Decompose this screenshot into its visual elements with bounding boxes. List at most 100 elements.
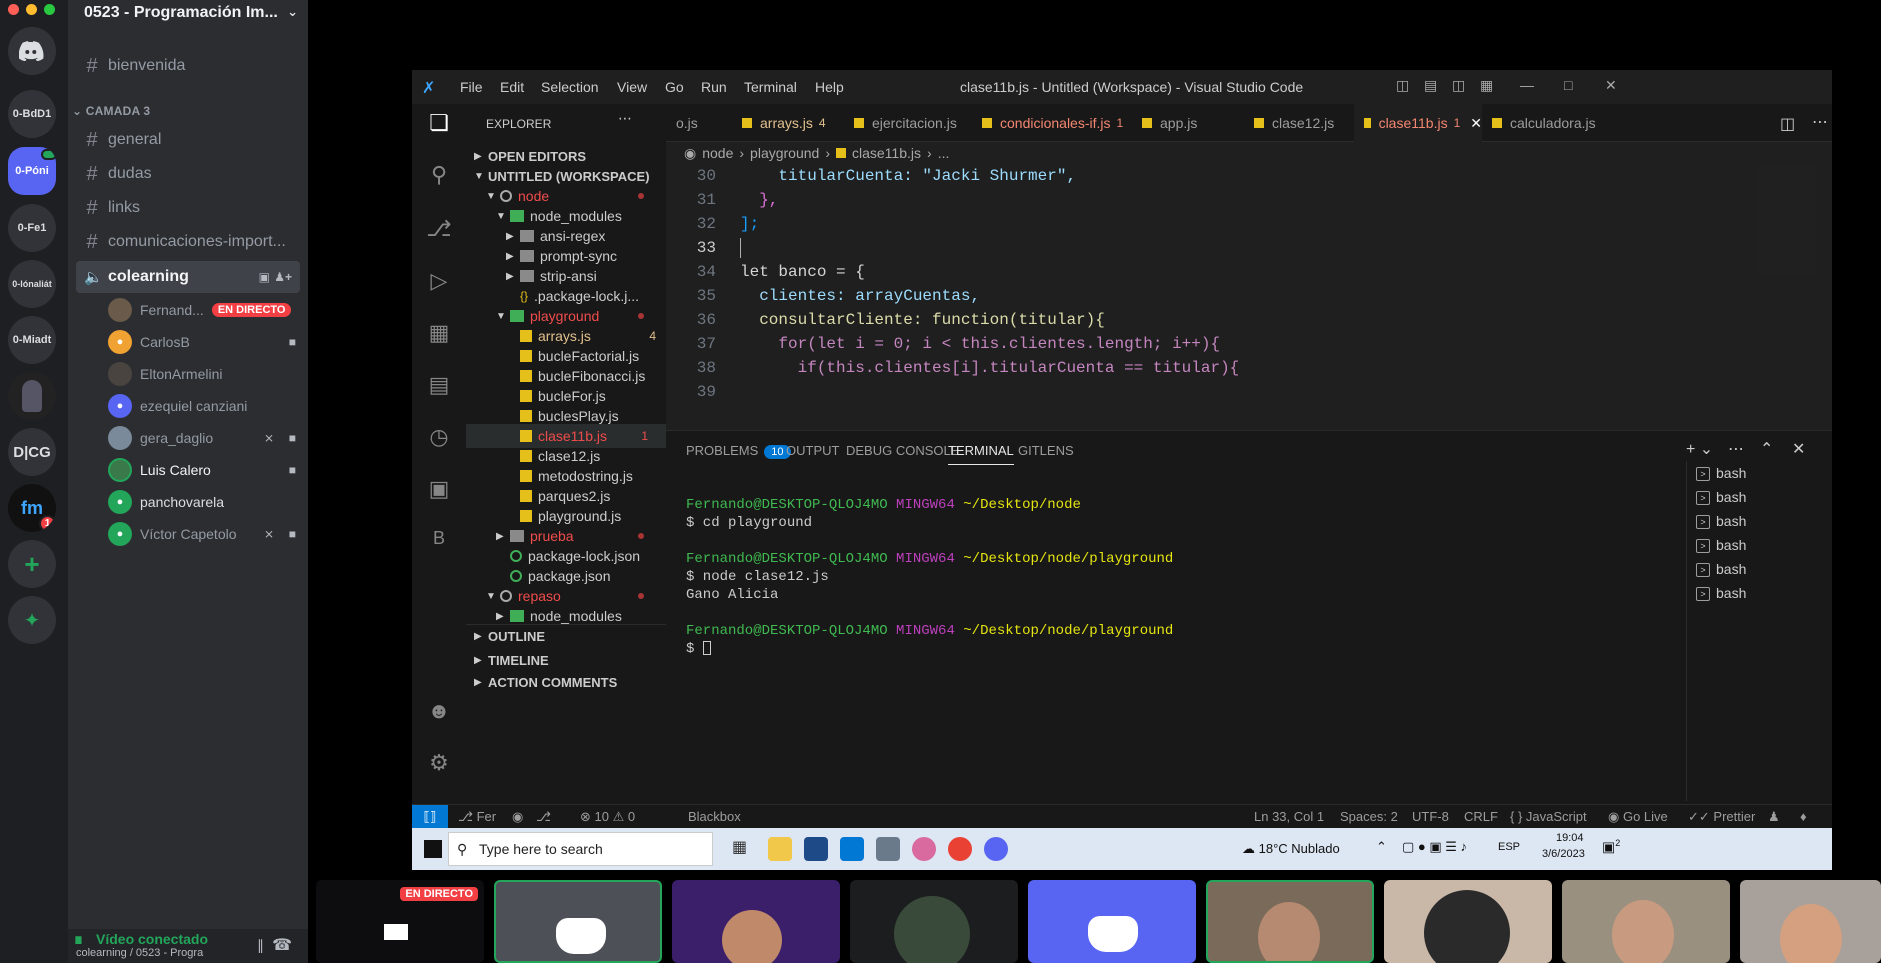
- menu-file[interactable]: File: [460, 79, 483, 95]
- voice-user[interactable]: ● Víctor Capetolo ⨯ ■: [108, 520, 300, 548]
- channel-comunicaciones[interactable]: # comunicaciones-import...: [76, 226, 300, 258]
- menu-help[interactable]: Help: [815, 79, 844, 95]
- run-debug-icon[interactable]: ▷: [424, 268, 454, 298]
- code-editor[interactable]: 30 titularCuenta: "Jacki Shurmer", 31 },…: [666, 164, 1832, 414]
- chat-icon[interactable]: ▣: [259, 270, 270, 284]
- participant-tile-video[interactable]: [1206, 880, 1374, 963]
- sync-icon[interactable]: ◉: [512, 809, 523, 825]
- eol[interactable]: CRLF: [1464, 809, 1498, 824]
- participant-tile-video[interactable]: [1562, 880, 1730, 963]
- voice-user[interactable]: ● panchovarela: [108, 488, 300, 516]
- language-mode[interactable]: { } JavaScript: [1510, 809, 1587, 824]
- server-icon[interactable]: 0-Miadt: [8, 316, 56, 364]
- taskbar-search-input[interactable]: ⚲ Type here to search: [448, 832, 713, 866]
- menu-go[interactable]: Go: [665, 79, 684, 95]
- timeline-section[interactable]: ▶ TIMELINE: [466, 648, 666, 672]
- server-icon[interactable]: D|CG: [8, 428, 56, 476]
- paint-icon[interactable]: [912, 837, 936, 861]
- clock-time[interactable]: 19:04: [1556, 832, 1584, 844]
- channel-general[interactable]: # general: [76, 124, 300, 156]
- account-icon[interactable]: ☻: [424, 698, 454, 728]
- git-graph-icon[interactable]: ⎇: [536, 809, 551, 825]
- new-terminal-icon[interactable]: + ⌄: [1686, 439, 1713, 459]
- tab[interactable]: clase12.js: [1244, 104, 1354, 142]
- timeline-icon[interactable]: ◷: [424, 424, 454, 454]
- breadcrumb-item[interactable]: playground: [750, 145, 819, 161]
- server-icon[interactable]: 0-BdD1: [8, 90, 56, 138]
- more-actions-icon[interactable]: ⋯: [1728, 439, 1744, 459]
- terminal-instance[interactable]: > bash: [1696, 513, 1746, 530]
- add-server-icon[interactable]: +: [8, 540, 56, 588]
- chrome-icon[interactable]: [948, 837, 972, 861]
- tab[interactable]: calculadora.js: [1482, 104, 1602, 142]
- tab[interactable]: o.js: [666, 104, 732, 142]
- voice-user[interactable]: gera_daglio ⨯ ■: [108, 424, 300, 452]
- breadcrumb-item[interactable]: ...: [938, 145, 950, 161]
- noise-suppression-icon[interactable]: ∥: [257, 937, 264, 954]
- channel-links[interactable]: # links: [76, 192, 300, 224]
- menu-edit[interactable]: Edit: [500, 79, 524, 95]
- more-actions-icon[interactable]: ⋯: [1812, 112, 1828, 132]
- discord-home-icon[interactable]: [8, 27, 56, 75]
- category-header[interactable]: ⌄ CAMADA 3: [72, 104, 150, 118]
- tray-icons[interactable]: ▢ ● ▣ ☰ ♪: [1402, 839, 1467, 855]
- split-editor-icon[interactable]: ◫: [1780, 114, 1795, 134]
- tab[interactable]: ejercitacion.js: [844, 104, 972, 142]
- search-icon[interactable]: ⚲: [424, 162, 454, 192]
- maximize-window-dot[interactable]: [44, 4, 55, 15]
- participant-tile-stream[interactable]: EN DIRECTO: [316, 880, 484, 963]
- panel-tab-gitlens[interactable]: GITLENS: [1018, 443, 1074, 458]
- layout-panel-icon[interactable]: ▤: [1424, 77, 1437, 94]
- indentation[interactable]: Spaces: 2: [1340, 809, 1398, 824]
- comments-icon[interactable]: ▣: [424, 476, 454, 506]
- maximize-panel-icon[interactable]: ⌃: [1760, 439, 1773, 459]
- panel-tab-debug-console[interactable]: DEBUG CONSOLE: [846, 443, 959, 458]
- minimap[interactable]: [1756, 164, 1816, 274]
- calculator-icon[interactable]: [876, 837, 900, 861]
- problems-status[interactable]: ⊗ 10 ⚠ 0: [580, 809, 635, 825]
- tab[interactable]: condicionales-if.js 1: [972, 104, 1132, 142]
- terminal-instance[interactable]: > bash: [1696, 585, 1746, 602]
- invite-icon[interactable]: ♟+: [274, 270, 292, 284]
- participant-tile[interactable]: [1028, 880, 1196, 963]
- menu-run[interactable]: Run: [701, 79, 727, 95]
- remote-icon[interactable]: ⟦⟧: [412, 805, 448, 829]
- blackbox-status[interactable]: Blackbox: [688, 809, 741, 824]
- input-language[interactable]: ESP: [1498, 841, 1520, 853]
- app-icon[interactable]: [804, 837, 828, 861]
- breadcrumb-item[interactable]: node: [702, 145, 733, 161]
- blackbox-icon[interactable]: B: [424, 528, 454, 558]
- server-name-header[interactable]: 0523 - Programación Im... ⌄: [84, 4, 304, 28]
- tab[interactable]: arrays.js 4: [732, 104, 844, 142]
- close-tab-icon[interactable]: ✕: [1470, 115, 1482, 132]
- server-avatar-icon[interactable]: [8, 372, 56, 420]
- terminal-instance[interactable]: > bash: [1696, 465, 1746, 482]
- participant-tile-video[interactable]: [850, 880, 1018, 963]
- minimize-window-dot[interactable]: [26, 4, 37, 15]
- folder-icon[interactable]: ▤: [424, 372, 454, 402]
- accounts-icon[interactable]: ♟: [1768, 809, 1780, 825]
- close-icon[interactable]: ✕: [1605, 77, 1617, 94]
- server-icon[interactable]: 0-Fe1: [8, 204, 56, 252]
- menu-selection[interactable]: Selection: [541, 79, 599, 95]
- minimize-icon[interactable]: —: [1520, 77, 1534, 93]
- server-logo-icon[interactable]: fm 1: [8, 484, 56, 532]
- channel-bienvenida[interactable]: # bienvenida: [76, 50, 300, 82]
- disconnect-icon[interactable]: ☎: [272, 935, 292, 955]
- panel-tab-problems[interactable]: PROBLEMS 10: [686, 443, 791, 459]
- voice-user[interactable]: Luis Calero ■: [108, 456, 300, 484]
- vscode-taskbar-icon[interactable]: [840, 837, 864, 861]
- branch-status[interactable]: ⎇ Fer: [458, 809, 496, 825]
- restore-icon[interactable]: □: [1564, 77, 1572, 93]
- menu-view[interactable]: View: [617, 79, 647, 95]
- windows-start-icon[interactable]: [424, 840, 442, 858]
- customize-layout-icon[interactable]: ▦: [1480, 77, 1493, 94]
- terminal-input[interactable]: $: [686, 641, 711, 657]
- panel-tab-terminal[interactable]: TERMINAL: [948, 443, 1014, 465]
- layout-split-icon[interactable]: ◫: [1452, 77, 1465, 94]
- voice-user[interactable]: EltonArmelini: [108, 360, 300, 388]
- participant-tile-video[interactable]: [1740, 880, 1881, 963]
- participant-tile-video[interactable]: [1384, 880, 1552, 963]
- go-live[interactable]: ◉ Go Live: [1608, 809, 1668, 825]
- notifications-bell-icon[interactable]: ♦: [1800, 809, 1807, 824]
